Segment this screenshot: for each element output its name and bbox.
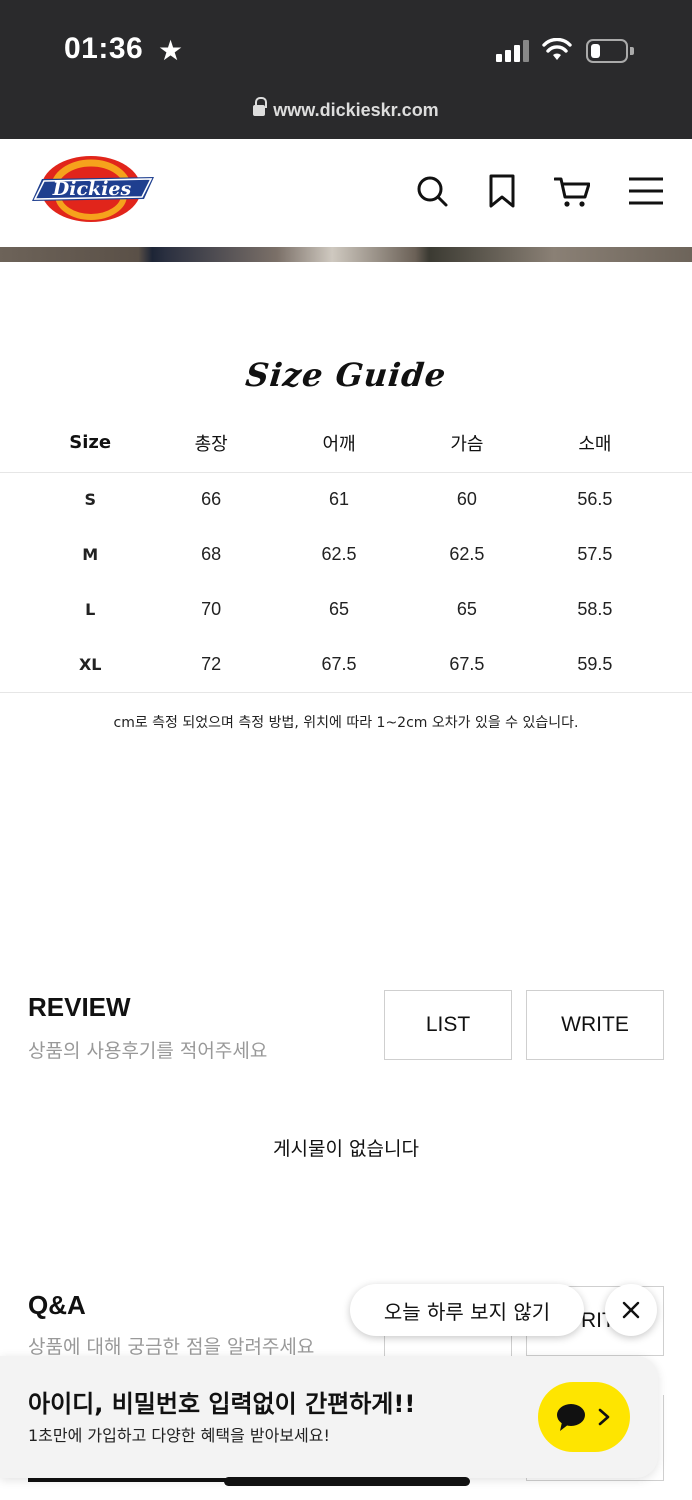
table-cell: 58.5 xyxy=(577,599,613,619)
url-text: www.dickieskr.com xyxy=(273,100,439,120)
hide-today-button[interactable]: 오늘 하루 보지 않기 xyxy=(350,1284,584,1336)
battery-icon xyxy=(586,39,634,63)
logo-text: Dickies xyxy=(52,178,132,200)
column-header: 소매 xyxy=(497,414,692,473)
search-icon[interactable] xyxy=(414,173,450,209)
site-header: Dickies xyxy=(0,139,692,247)
qna-title: Q&A xyxy=(28,1290,86,1320)
qna-subtitle: 상품에 대해 궁금한 점을 알려주세요 xyxy=(28,1336,315,1358)
lock-icon xyxy=(253,97,268,117)
signup-banner[interactable]: 아이디, 비밀번호 입력없이 간편하게!! 1초만에 가입하고 다양한 혜택을 … xyxy=(0,1356,658,1478)
cellular-signal-icon xyxy=(496,40,530,62)
column-header: 어깨 xyxy=(241,414,437,473)
review-empty-message: 게시물이 없습니다 xyxy=(273,1138,419,1160)
table-cell: 72 xyxy=(180,637,242,693)
table-cell: 66 xyxy=(201,489,222,510)
table-cell: XL xyxy=(0,637,181,693)
table-cell: 70 xyxy=(201,599,222,619)
close-popup-button[interactable] xyxy=(605,1284,657,1336)
table-cell: 62.5 xyxy=(321,544,357,564)
column-header: 총장 xyxy=(180,414,242,473)
product-image-strip xyxy=(0,247,692,262)
dickies-logo[interactable]: Dickies xyxy=(28,155,158,225)
chat-bubble-icon xyxy=(557,1404,585,1431)
table-cell: 61 xyxy=(328,489,350,510)
chevron-right-icon xyxy=(598,1408,610,1426)
column-header: Size xyxy=(0,414,181,473)
cart-icon[interactable] xyxy=(554,173,590,209)
signup-banner-title: 아이디, 비밀번호 입력없이 간편하게!! xyxy=(28,1390,416,1418)
table-cell: 62.5 xyxy=(449,544,485,564)
clock: 01:36 xyxy=(64,32,144,65)
review-subtitle: 상품의 사용후기를 적어주세요 xyxy=(28,1040,268,1062)
bookmark-icon[interactable] xyxy=(484,173,520,209)
table-cell: S xyxy=(84,490,96,510)
table-cell: 56.5 xyxy=(577,489,613,510)
table-cell: 68 xyxy=(201,544,222,564)
home-indicator xyxy=(224,1477,470,1486)
table-header-row: Size 총장 어깨 가슴 소매 xyxy=(0,414,692,473)
review-write-button[interactable]: WRITE xyxy=(526,990,664,1060)
close-icon xyxy=(622,1301,640,1319)
table-cell: 60 xyxy=(456,489,477,510)
table-cell: L xyxy=(85,600,96,619)
table-cell: 67.5 xyxy=(436,637,498,693)
table-cell: 65 xyxy=(328,599,350,619)
menu-icon[interactable] xyxy=(628,173,664,209)
table-row: L 70 65 65 58.5 xyxy=(0,582,692,637)
review-title: REVIEW xyxy=(28,992,131,1022)
table-cell: 65 xyxy=(456,599,477,619)
status-bar: 01:36 ★ www.dickieskr.com xyxy=(0,0,692,139)
signup-banner-subtitle: 1초만에 가입하고 다양한 혜택을 받아보세요! xyxy=(28,1426,330,1445)
table-row: XL 72 67.5 67.5 59.5 xyxy=(0,637,692,693)
table-cell: 59.5 xyxy=(497,637,692,693)
kakao-signup-button[interactable] xyxy=(538,1382,630,1452)
size-guide-title: Size Guide xyxy=(243,356,449,394)
table-cell: 67.5 xyxy=(241,637,437,693)
star-icon: ★ xyxy=(158,34,184,67)
size-guide-table: Size 총장 어깨 가슴 소매 S 66 61 60 56.5 M 68 62… xyxy=(0,414,692,693)
table-cell: 57.5 xyxy=(577,544,613,564)
review-list-button[interactable]: LIST xyxy=(384,990,512,1060)
table-cell: M xyxy=(82,545,99,564)
column-header: 가슴 xyxy=(436,414,498,473)
size-guide-note: cm로 측정 되었으며 측정 방법, 위치에 따라 1~2cm 오차가 있을 수… xyxy=(113,715,579,731)
table-row: S 66 61 60 56.5 xyxy=(0,472,692,527)
wifi-icon xyxy=(542,38,572,60)
table-row: M 68 62.5 62.5 57.5 xyxy=(0,527,692,582)
address-bar[interactable]: www.dickieskr.com xyxy=(0,97,692,121)
